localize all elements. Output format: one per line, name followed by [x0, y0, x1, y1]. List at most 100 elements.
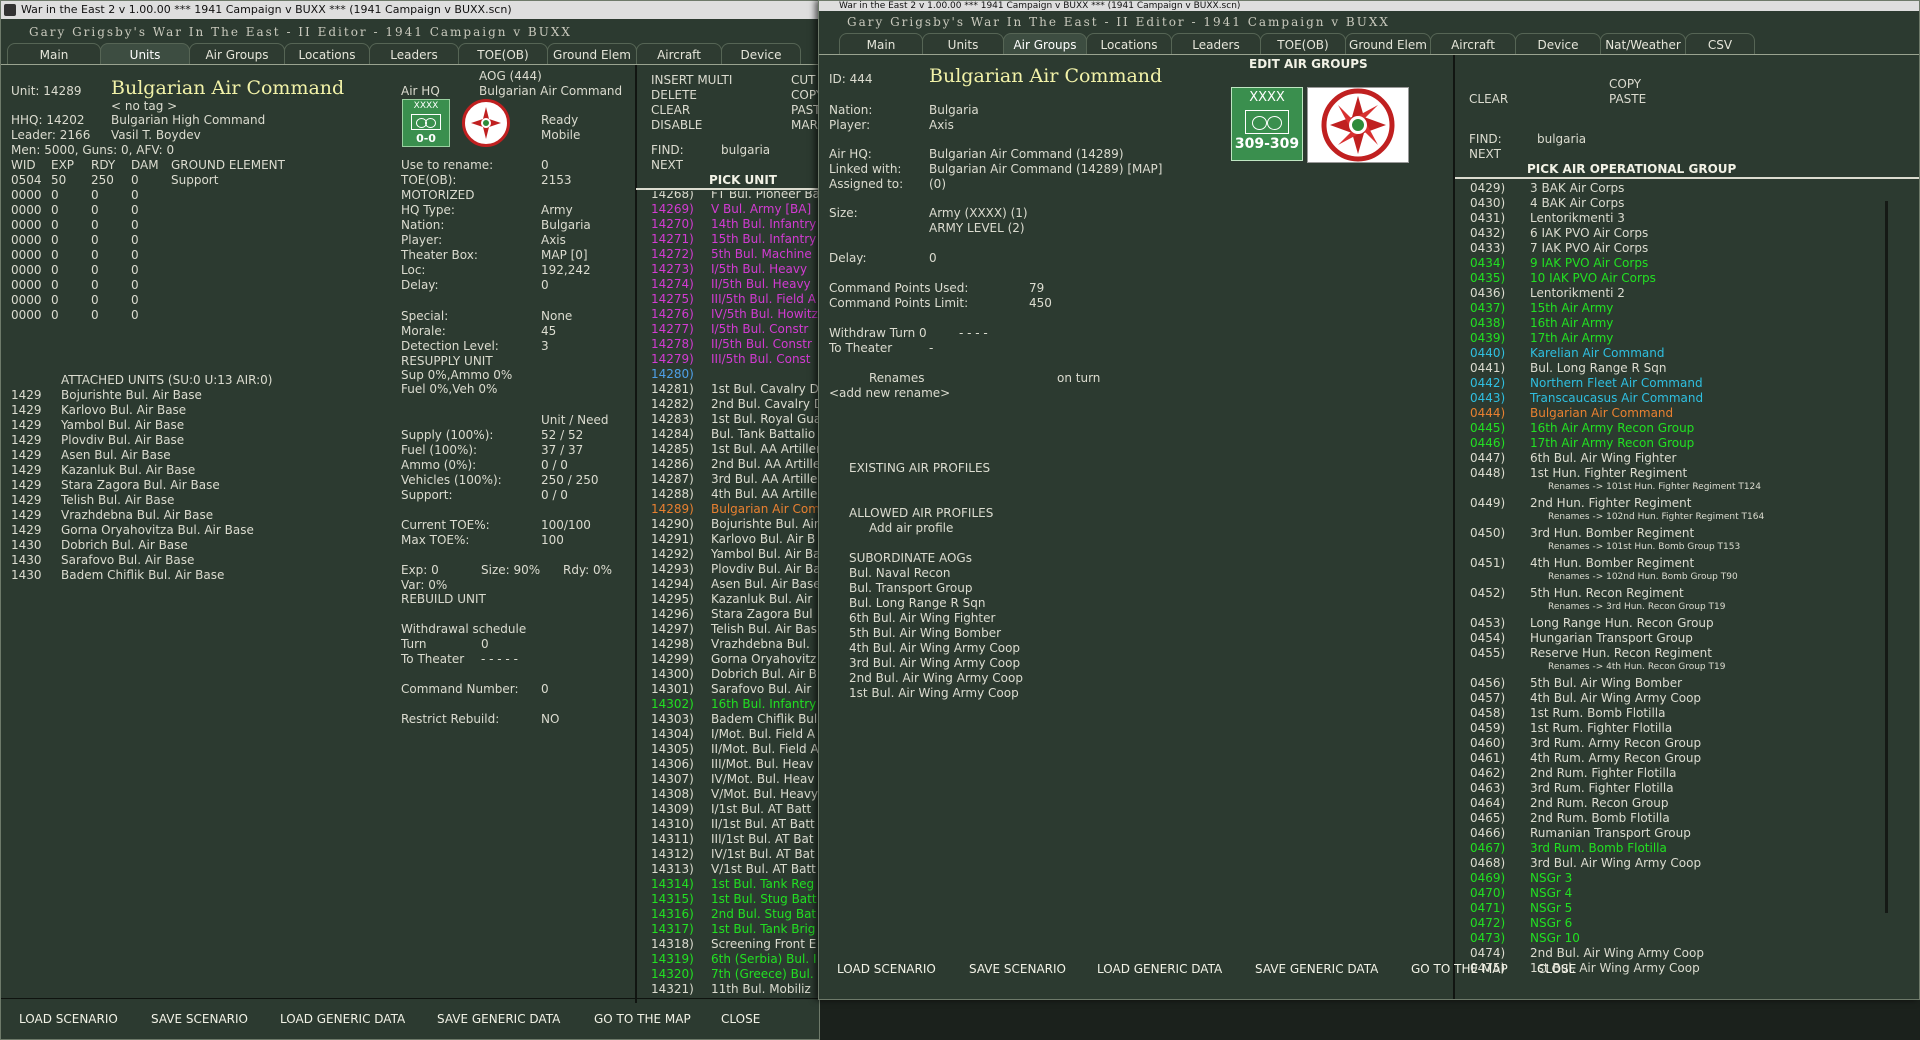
aog-list-name[interactable]: 4th Rum. Army Recon Group: [1530, 751, 1701, 766]
bottom-load-scenario-button[interactable]: LOAD SCENARIO: [837, 962, 936, 976]
ge-cell[interactable]: 0000: [11, 188, 42, 203]
action-mark[interactable]: MARK: [791, 118, 819, 133]
aog-list-name[interactable]: 6th Bul. Air Wing Fighter: [1530, 451, 1676, 466]
aog-list-name[interactable]: 5th Hun. Recon Regiment: [1530, 586, 1684, 601]
aog-list-id[interactable]: 0431): [1470, 211, 1505, 226]
ge-cell[interactable]: 0: [91, 188, 99, 203]
unit-list-id[interactable]: 14275): [651, 292, 694, 307]
aog-list-name[interactable]: NSGr 6: [1530, 916, 1572, 931]
aog-list-id[interactable]: 0453): [1470, 616, 1505, 631]
attached-unit-id[interactable]: 1430: [11, 538, 42, 553]
unit-list-name[interactable]: I/1st Bul. AT Batt: [711, 802, 811, 817]
tab-locations[interactable]: Locations: [1086, 33, 1172, 55]
aog-list-id[interactable]: 0440): [1470, 346, 1505, 361]
aog-list-name[interactable]: 1st Hun. Fighter Regiment: [1530, 466, 1687, 481]
tab-units[interactable]: Units: [100, 43, 190, 65]
field-value-morale[interactable]: 45: [541, 324, 556, 339]
aog-list-name[interactable]: 3rd Rum. Army Recon Group: [1530, 736, 1701, 751]
field-value-special[interactable]: None: [541, 309, 572, 324]
next-button[interactable]: NEXT: [1469, 147, 1501, 161]
ge-cell[interactable]: 0: [51, 308, 59, 323]
tab-csv[interactable]: CSV: [1685, 33, 1755, 55]
unit-list-name[interactable]: Yambol Bul. Air Ba: [711, 547, 819, 562]
aog-list-name[interactable]: Bul. Long Range R Sqn: [1530, 361, 1667, 376]
aog-list-id[interactable]: 0470): [1470, 886, 1505, 901]
aog-list-name[interactable]: NSGr 4: [1530, 886, 1572, 901]
ge-cell[interactable]: 0000: [11, 233, 42, 248]
attached-unit-id[interactable]: 1430: [11, 553, 42, 568]
bottom-save-generic-data-button[interactable]: SAVE GENERIC DATA: [437, 1012, 560, 1026]
attached-unit-name[interactable]: Stara Zagora Bul. Air Base: [61, 478, 220, 493]
unit-list-id[interactable]: 14291): [651, 532, 694, 547]
size-value[interactable]: Size: 90%: [481, 563, 540, 577]
hhq-id[interactable]: HHQ: 14202: [11, 113, 85, 127]
tab-device[interactable]: Device: [721, 43, 801, 65]
unit-list-id[interactable]: 14280): [651, 367, 694, 382]
restrict-rebuild-value[interactable]: NO: [541, 712, 559, 726]
subordinate-aog[interactable]: Bul. Long Range R Sqn: [849, 596, 986, 611]
unit-list-name[interactable]: 1st Bul. Tank Reg: [711, 877, 814, 892]
unit-list-name[interactable]: Bojurishte Bul. Air: [711, 517, 819, 532]
withdraw-dashes[interactable]: - - - -: [959, 326, 988, 340]
aog-list-name[interactable]: 9 IAK PVO Air Corps: [1530, 256, 1648, 271]
unit-list-id[interactable]: 14319): [651, 952, 694, 967]
unit-list-name[interactable]: 14th Bul. Infantry: [711, 217, 816, 232]
aog-list-name[interactable]: 16th Air Army Recon Group: [1530, 421, 1694, 436]
unit-list-name[interactable]: 4th Bul. AA Artille: [711, 487, 817, 502]
aog-list-id[interactable]: 0460): [1470, 736, 1505, 751]
unit-list-name[interactable]: Sarafovo Bul. Air: [711, 682, 811, 697]
attached-unit-name[interactable]: Badem Chiflik Bul. Air Base: [61, 568, 224, 583]
ge-cell[interactable]: 0: [131, 248, 139, 263]
leader-id[interactable]: Leader: 2166: [11, 128, 90, 142]
action-disable[interactable]: DISABLE: [651, 118, 702, 133]
unit-list-id[interactable]: 14288): [651, 487, 694, 502]
ge-cell[interactable]: 0: [131, 173, 139, 188]
aog-list-name[interactable]: Karelian Air Command: [1530, 346, 1664, 361]
unit-list-id[interactable]: 14296): [651, 607, 694, 622]
unit-list-name[interactable]: III/Mot. Bul. Heav: [711, 757, 813, 772]
unit-list-name[interactable]: 16th Bul. Infantry: [711, 697, 816, 712]
unit-list-name[interactable]: 6th (Serbia) Bul. I: [711, 952, 817, 967]
ge-cell[interactable]: 0: [131, 278, 139, 293]
unit-list-name[interactable]: 11th Bul. Mobiliz: [711, 982, 811, 997]
field-value-fuel-100[interactable]: 37 / 37: [541, 443, 583, 458]
unit-list-name[interactable]: II/Mot. Bul. Field A: [711, 742, 819, 757]
ge-cell[interactable]: 0: [91, 293, 99, 308]
ge-cell[interactable]: 0: [51, 218, 59, 233]
attached-unit-name[interactable]: Sarafovo Bul. Air Base: [61, 553, 194, 568]
var-value[interactable]: Var: 0%: [401, 578, 447, 592]
size-value[interactable]: Army (XXXX) (1): [929, 206, 1028, 220]
aog-list-id[interactable]: 0433): [1470, 241, 1505, 256]
field-value-nation[interactable]: Bulgaria: [929, 103, 979, 118]
field-value-use-to-rename[interactable]: 0: [541, 158, 549, 173]
unit-list-id[interactable]: 14270): [651, 217, 694, 232]
aog-list-name[interactable]: 16th Air Army: [1530, 316, 1613, 331]
aog-list-name[interactable]: 10 IAK PVO Air Corps: [1530, 271, 1656, 286]
aog-list-id[interactable]: 0451): [1470, 556, 1505, 571]
add-profile-button[interactable]: Add air profile: [869, 521, 953, 535]
aog-list-name[interactable]: 3rd Hun. Bomber Regiment: [1530, 526, 1694, 541]
bottom-load-generic-data-button[interactable]: LOAD GENERIC DATA: [1097, 962, 1222, 976]
tab-locations[interactable]: Locations: [284, 43, 370, 65]
unit-list-name[interactable]: V Bul. Army [BA]: [711, 202, 811, 217]
unit-list-id[interactable]: 14273): [651, 262, 694, 277]
field-value-linked-with[interactable]: Bulgarian Air Command (14289) [MAP]: [929, 162, 1162, 177]
attached-unit-id[interactable]: 1429: [11, 433, 42, 448]
field-value-vehicles-100[interactable]: 250 / 250: [541, 473, 598, 488]
unit-list-id[interactable]: 14318): [651, 937, 694, 952]
unit-list-id[interactable]: 14309): [651, 802, 694, 817]
aog-list-name[interactable]: 17th Air Army Recon Group: [1530, 436, 1694, 451]
attached-unit-name[interactable]: Telish Bul. Air Base: [61, 493, 174, 508]
subordinate-aog[interactable]: Bul. Transport Group: [849, 581, 972, 596]
action-paste[interactable]: PASTE: [791, 103, 819, 118]
aog-list-name[interactable]: 15th Air Army: [1530, 301, 1613, 316]
unit-list-id[interactable]: 14269): [651, 202, 694, 217]
unit-list-id[interactable]: 14272): [651, 247, 694, 262]
unit-list-id[interactable]: 14311): [651, 832, 694, 847]
unit-list-id[interactable]: 14287): [651, 472, 694, 487]
unit-list-name[interactable]: IV/5th Bul. Howitz: [711, 307, 818, 322]
army-level[interactable]: ARMY LEVEL (2): [929, 221, 1025, 235]
unit-list-id[interactable]: 14317): [651, 922, 694, 937]
next-button[interactable]: NEXT: [651, 158, 683, 172]
window-titlebar[interactable]: War in the East 2 v 1.00.00 *** 1941 Cam…: [1, 1, 819, 19]
